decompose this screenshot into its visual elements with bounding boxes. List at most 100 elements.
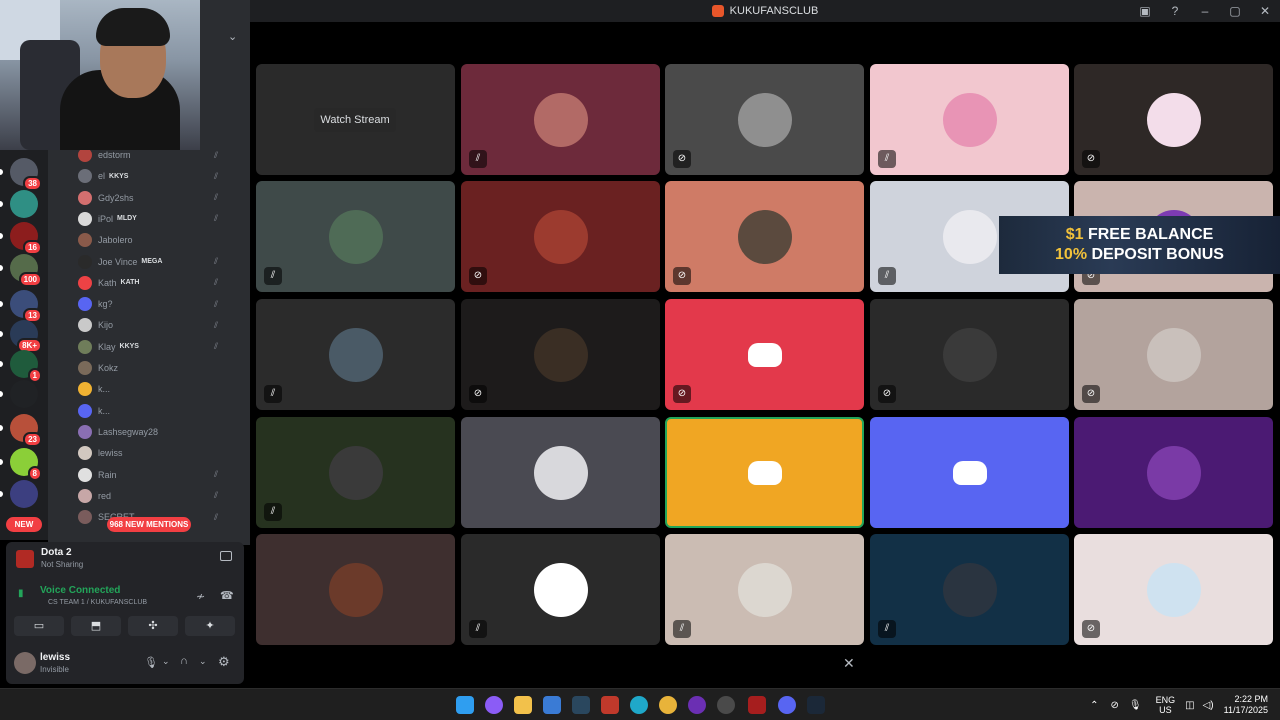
app-root: edstorm ⫽ el KKYS ⫽ Gdy2shs ⫽ iPol MLDY ⫽ Jabolero…: [0, 0, 1280, 720]
list-item[interactable]: iPol MLDY ⫽: [78, 209, 218, 229]
participant-tile[interactable]: ⊘: [1074, 534, 1273, 645]
chevron-down-icon[interactable]: ⌄: [228, 30, 237, 43]
list-item[interactable]: k...: [78, 401, 110, 421]
headphones-icon[interactable]: ∩: [180, 655, 188, 667]
participant-tile[interactable]: ⊘: [665, 181, 864, 292]
noise-suppression-icon[interactable]: ≁: [196, 590, 205, 603]
server-icon[interactable]: [10, 190, 38, 218]
server-icon[interactable]: [10, 380, 38, 408]
server-icon[interactable]: 8: [10, 448, 42, 481]
clock[interactable]: 2:22 PM 11/17/2025: [1224, 694, 1268, 716]
list-item[interactable]: kg? ⫽: [78, 294, 218, 314]
list-item[interactable]: k...: [78, 379, 110, 399]
watch-stream-button[interactable]: Watch Stream: [314, 108, 396, 132]
activities-button[interactable]: ✣: [128, 616, 178, 636]
list-item[interactable]: Kijo ⫽: [78, 315, 218, 335]
list-item[interactable]: Joe Vince MEGA ⫽: [78, 252, 218, 272]
participant-tile[interactable]: [1074, 417, 1273, 528]
edge-icon[interactable]: [630, 696, 648, 714]
new-mentions-badge[interactable]: 968 NEW MENTIONS: [107, 517, 191, 532]
settings-icon[interactable]: [717, 696, 735, 714]
file-explorer-icon[interactable]: [514, 696, 532, 714]
copilot-icon[interactable]: [485, 696, 503, 714]
gear-icon[interactable]: ⚙: [218, 654, 230, 670]
dota-icon[interactable]: [748, 696, 766, 714]
participant-tile[interactable]: ⫽: [461, 534, 660, 645]
voice-status[interactable]: Voice Connected: [40, 585, 120, 596]
steam-icon[interactable]: [807, 696, 825, 714]
maximize-button[interactable]: ▢: [1220, 4, 1250, 18]
stream-icon[interactable]: [220, 551, 232, 561]
participant-tile[interactable]: [256, 534, 455, 645]
participant-tile[interactable]: [461, 417, 660, 528]
unread-pill: [0, 201, 3, 207]
list-item[interactable]: Kokz: [78, 358, 118, 378]
participant-tile[interactable]: Watch Stream: [256, 64, 455, 175]
list-item[interactable]: Lashsegway28: [78, 422, 158, 442]
avatar[interactable]: [14, 652, 36, 674]
participant-tile[interactable]: [665, 417, 864, 528]
participant-tile[interactable]: ⊘: [665, 299, 864, 410]
ad-banner[interactable]: $1 FREE BALANCE 10% DEPOSIT BONUS: [999, 216, 1280, 274]
list-item[interactable]: Kath KATH ⫽: [78, 273, 218, 293]
inbox-icon[interactable]: ▣: [1130, 4, 1160, 18]
wifi-icon[interactable]: ◫: [1185, 700, 1194, 711]
server-icon[interactable]: 13: [10, 290, 42, 323]
participant-tile[interactable]: ⊘: [1074, 64, 1273, 175]
participant-tile[interactable]: ⊘: [665, 64, 864, 175]
participant-tile[interactable]: ⫽: [256, 181, 455, 292]
close-button[interactable]: ✕: [1250, 4, 1280, 18]
participant-tile[interactable]: ⫽: [256, 417, 455, 528]
participant-tile[interactable]: ⫽: [256, 299, 455, 410]
mic-icon[interactable]: 🎙: [144, 656, 158, 669]
list-item[interactable]: Jabolero: [78, 230, 133, 250]
participant-tile[interactable]: ⫽: [665, 534, 864, 645]
minimize-button[interactable]: –: [1190, 4, 1220, 18]
store-icon[interactable]: [543, 696, 561, 714]
server-icon[interactable]: 16: [10, 222, 42, 255]
list-item[interactable]: Gdy2shs ⫽: [78, 188, 218, 208]
participant-tile[interactable]: ⫽: [870, 534, 1069, 645]
voicemeeter-icon[interactable]: [601, 696, 619, 714]
chevron-up-icon[interactable]: ⌃: [1090, 700, 1098, 711]
chevron-down-icon[interactable]: ⌄: [199, 656, 207, 667]
server-icon[interactable]: 100: [10, 254, 42, 287]
language-indicator[interactable]: ENG US: [1156, 695, 1176, 715]
participant-tile[interactable]: ⊘: [870, 299, 1069, 410]
list-item[interactable]: el KKYS ⫽: [78, 166, 218, 186]
chevron-down-icon[interactable]: ⌄: [162, 656, 170, 667]
server-icon[interactable]: 38: [10, 158, 42, 191]
soundboard-button[interactable]: ✦: [185, 616, 235, 636]
disconnect-icon[interactable]: ☎: [220, 589, 234, 602]
obs-icon[interactable]: [688, 696, 706, 714]
server-icon[interactable]: 8K+: [10, 320, 42, 353]
list-item[interactable]: red ⫽: [78, 486, 218, 506]
user-name[interactable]: lewiss: [40, 652, 70, 663]
participant-tile[interactable]: ⫽: [870, 64, 1069, 175]
speaker-icon[interactable]: ◁): [1203, 700, 1214, 711]
mic-icon[interactable]: 🎙: [1129, 700, 1142, 711]
network-icon[interactable]: ⊘: [1111, 700, 1119, 711]
server-icon[interactable]: 1: [10, 350, 42, 383]
participant-tile[interactable]: ⫽: [461, 64, 660, 175]
new-badge[interactable]: NEW: [6, 517, 42, 532]
server-icon[interactable]: [10, 480, 38, 508]
participant-tile[interactable]: ⊘: [461, 299, 660, 410]
discord-icon[interactable]: [778, 696, 796, 714]
list-item[interactable]: Rain ⫽: [78, 465, 218, 485]
participant-tile[interactable]: ⊘: [1074, 299, 1273, 410]
server-icon[interactable]: 23: [10, 414, 42, 447]
help-icon[interactable]: ?: [1160, 4, 1190, 18]
list-item[interactable]: Klay KKYS ⫽: [78, 337, 218, 357]
steam-icon[interactable]: [572, 696, 590, 714]
participant-tile[interactable]: [870, 417, 1069, 528]
taskbar: ⌃ ⊘ 🎙 ENG US ◫ ◁) 2:22 PM 11/17/2025: [0, 688, 1280, 720]
start-icon[interactable]: [456, 696, 474, 714]
list-item[interactable]: lewiss: [78, 443, 123, 463]
camera-button[interactable]: ▭: [14, 616, 64, 636]
voice-channel[interactable]: CS TEAM 1 / KUKUFANSCLUB: [48, 599, 147, 606]
chrome-icon[interactable]: [659, 696, 677, 714]
participant-tile[interactable]: ⊘: [461, 181, 660, 292]
screen-share-button[interactable]: ⬒: [71, 616, 121, 636]
close-icon[interactable]: ✕: [843, 655, 855, 672]
